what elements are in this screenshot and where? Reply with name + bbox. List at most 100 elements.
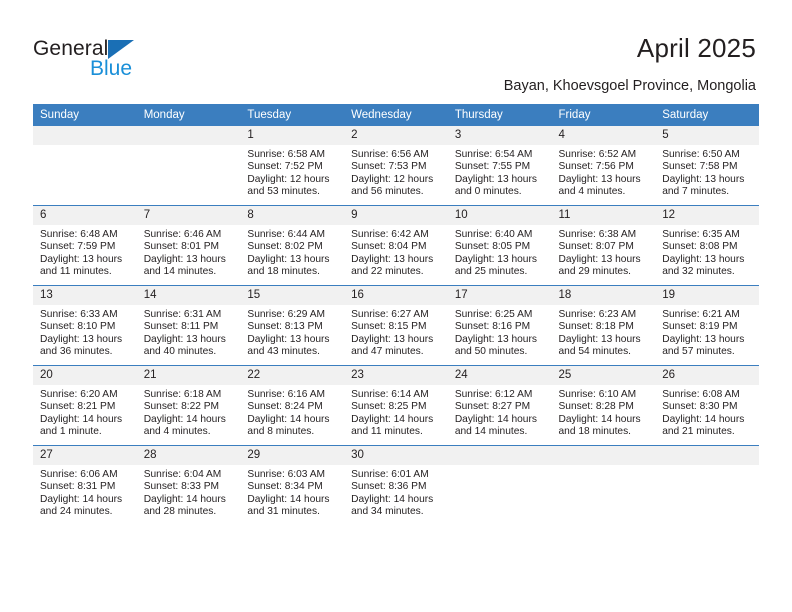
- weekday-header-row: Sunday Monday Tuesday Wednesday Thursday…: [33, 104, 759, 126]
- daylight-text-line1: Daylight: 13 hours: [662, 253, 745, 265]
- calendar-day-cell[interactable]: 15 Sunrise: 6:29 AM Sunset: 8:13 PM Dayligh…: [240, 285, 345, 366]
- day-number: [136, 126, 241, 145]
- daylight-text-line1: Daylight: 13 hours: [40, 253, 123, 265]
- calendar-day-cell[interactable]: 7 Sunrise: 6:46 AM Sunset: 8:01 PM Daylight…: [136, 205, 241, 286]
- day-details: Sunrise: 6:10 AM Sunset: 8:28 PM Daylight:…: [552, 385, 656, 439]
- daylight-text-line2: and 32 minutes.: [662, 266, 735, 278]
- weekday-header-sunday: Sunday: [33, 104, 137, 126]
- day-number: [447, 446, 552, 465]
- sunset-text: Sunset: 7:58 PM: [662, 161, 738, 173]
- calendar-day-cell[interactable]: 18 Sunrise: 6:23 AM Sunset: 8:18 PM Dayligh…: [551, 285, 656, 366]
- calendar-day-cell[interactable]: 11 Sunrise: 6:38 AM Sunset: 8:07 PM Dayligh…: [551, 205, 656, 286]
- weekday-header-saturday: Saturday: [655, 104, 759, 126]
- calendar-day-cell[interactable]: 9 Sunrise: 6:42 AM Sunset: 8:04 PM Daylight…: [344, 205, 448, 286]
- daylight-text-line1: Daylight: 14 hours: [40, 493, 123, 505]
- day-details: Sunrise: 6:42 AM Sunset: 8:04 PM Daylight:…: [344, 225, 448, 279]
- calendar-day-cell[interactable]: 1 Sunrise: 6:58 AM Sunset: 7:52 PM Daylight…: [240, 126, 345, 206]
- day-details: Sunrise: 6:16 AM Sunset: 8:24 PM Daylight:…: [240, 385, 344, 439]
- sunrise-text: Sunrise: 6:16 AM: [247, 389, 325, 400]
- calendar-day-cell[interactable]: 5 Sunrise: 6:50 AM Sunset: 7:58 PM Daylight…: [655, 126, 759, 206]
- day-details: Sunrise: 6:50 AM Sunset: 7:58 PM Daylight:…: [655, 145, 759, 199]
- calendar-day-cell[interactable]: 4 Sunrise: 6:52 AM Sunset: 7:56 PM Daylight…: [551, 126, 656, 206]
- day-number: 10: [447, 206, 552, 225]
- daylight-text-line2: and 8 minutes.: [247, 426, 315, 438]
- daylight-text-line2: and 56 minutes.: [351, 186, 424, 198]
- sunset-text: Sunset: 8:02 PM: [247, 241, 323, 253]
- calendar-day-cell[interactable]: 25 Sunrise: 6:10 AM Sunset: 8:28 PM Dayligh…: [551, 365, 656, 446]
- daylight-text-line1: Daylight: 13 hours: [454, 253, 537, 265]
- calendar-day-cell[interactable]: 17 Sunrise: 6:25 AM Sunset: 8:16 PM Dayligh…: [447, 285, 552, 366]
- day-number: 25: [551, 366, 656, 385]
- daylight-text-line1: Daylight: 14 hours: [143, 413, 226, 425]
- daylight-text-line2: and 11 minutes.: [40, 266, 112, 278]
- calendar-day-cell[interactable]: 14 Sunrise: 6:31 AM Sunset: 8:11 PM Dayligh…: [136, 285, 241, 366]
- day-number: 3: [447, 126, 552, 145]
- calendar-day-cell[interactable]: 27 Sunrise: 6:06 AM Sunset: 8:31 PM Dayligh…: [33, 445, 137, 525]
- day-number: 18: [551, 286, 656, 305]
- calendar-week-row: 20 Sunrise: 6:20 AM Sunset: 8:21 PM Dayligh…: [33, 365, 759, 446]
- daylight-text-line2: and 4 minutes.: [558, 186, 626, 198]
- calendar-week-row: 27 Sunrise: 6:06 AM Sunset: 8:31 PM Dayligh…: [33, 445, 759, 525]
- sunrise-text: Sunrise: 6:35 AM: [662, 229, 740, 240]
- sunrise-text: Sunrise: 6:18 AM: [143, 389, 222, 400]
- sunrise-text: Sunrise: 6:01 AM: [351, 469, 429, 480]
- calendar-day-cell[interactable]: 22 Sunrise: 6:16 AM Sunset: 8:24 PM Dayligh…: [240, 365, 345, 446]
- calendar-day-cell[interactable]: 8 Sunrise: 6:44 AM Sunset: 8:02 PM Daylight…: [240, 205, 345, 286]
- daylight-text-line1: Daylight: 13 hours: [351, 253, 434, 265]
- sunrise-text: Sunrise: 6:46 AM: [143, 229, 222, 240]
- calendar-day-cell[interactable]: 23 Sunrise: 6:14 AM Sunset: 8:25 PM Dayligh…: [344, 365, 448, 446]
- daylight-text-line1: Daylight: 14 hours: [662, 413, 745, 425]
- sunset-text: Sunset: 7:56 PM: [558, 161, 634, 173]
- day-number: 9: [344, 206, 448, 225]
- calendar-day-cell[interactable]: 21 Sunrise: 6:18 AM Sunset: 8:22 PM Dayligh…: [136, 365, 241, 446]
- daylight-text-line1: Daylight: 13 hours: [351, 333, 434, 345]
- day-details: Sunrise: 6:01 AM Sunset: 8:36 PM Daylight:…: [344, 465, 448, 519]
- weekday-header-monday: Monday: [136, 104, 241, 126]
- day-number: 16: [344, 286, 448, 305]
- daylight-text-line2: and 4 minutes.: [143, 426, 211, 438]
- sunset-text: Sunset: 8:22 PM: [143, 401, 220, 413]
- day-number: 8: [240, 206, 345, 225]
- calendar-day-cell[interactable]: 10 Sunrise: 6:40 AM Sunset: 8:05 PM Dayligh…: [447, 205, 552, 286]
- daylight-text-line2: and 18 minutes.: [247, 266, 320, 278]
- sunset-text: Sunset: 7:55 PM: [454, 161, 531, 173]
- daylight-text-line2: and 40 minutes.: [143, 346, 217, 358]
- day-details: Sunrise: 6:18 AM Sunset: 8:22 PM Daylight:…: [137, 385, 241, 439]
- daylight-text-line2: and 22 minutes.: [351, 266, 424, 278]
- day-number: 4: [551, 126, 656, 145]
- day-details: Sunrise: 6:29 AM Sunset: 8:13 PM Daylight:…: [240, 305, 344, 359]
- day-number: 5: [655, 126, 759, 145]
- daylight-text-line1: Daylight: 13 hours: [247, 333, 330, 345]
- calendar-day-cell[interactable]: 26 Sunrise: 6:08 AM Sunset: 8:30 PM Dayligh…: [655, 365, 759, 446]
- calendar-day-cell[interactable]: 28 Sunrise: 6:04 AM Sunset: 8:33 PM Dayligh…: [136, 445, 241, 525]
- calendar-day-cell[interactable]: 20 Sunrise: 6:20 AM Sunset: 8:21 PM Dayligh…: [33, 365, 137, 446]
- day-number: 7: [136, 206, 241, 225]
- daylight-text-line1: Daylight: 14 hours: [454, 413, 537, 425]
- daylight-text-line1: Daylight: 13 hours: [454, 333, 537, 345]
- calendar-day-cell[interactable]: 12 Sunrise: 6:35 AM Sunset: 8:08 PM Dayligh…: [655, 205, 759, 286]
- day-number: 2: [344, 126, 448, 145]
- calendar-day-cell[interactable]: 13 Sunrise: 6:33 AM Sunset: 8:10 PM Dayligh…: [33, 285, 137, 366]
- generalblue-logo[interactable]: General Blue: [33, 38, 213, 84]
- sunrise-text: Sunrise: 6:14 AM: [351, 389, 429, 400]
- day-number: [655, 446, 759, 465]
- calendar-day-cell[interactable]: 30 Sunrise: 6:01 AM Sunset: 8:36 PM Dayligh…: [344, 445, 448, 525]
- calendar-day-cell[interactable]: 16 Sunrise: 6:27 AM Sunset: 8:15 PM Dayligh…: [344, 285, 448, 366]
- calendar-day-cell[interactable]: 19 Sunrise: 6:21 AM Sunset: 8:19 PM Dayligh…: [655, 285, 759, 366]
- daylight-text-line1: Daylight: 14 hours: [351, 493, 434, 505]
- sunrise-text: Sunrise: 6:21 AM: [662, 309, 740, 320]
- sunrise-text: Sunrise: 6:50 AM: [662, 149, 740, 160]
- calendar-day-cell[interactable]: 24 Sunrise: 6:12 AM Sunset: 8:27 PM Dayligh…: [447, 365, 552, 446]
- calendar-day-cell[interactable]: 29 Sunrise: 6:03 AM Sunset: 8:34 PM Dayligh…: [240, 445, 345, 525]
- calendar-day-cell-empty: [136, 126, 241, 206]
- calendar-day-cell[interactable]: 3 Sunrise: 6:54 AM Sunset: 7:55 PM Daylight…: [447, 126, 552, 206]
- calendar-day-cell[interactable]: 2 Sunrise: 6:56 AM Sunset: 7:53 PM Daylight…: [344, 126, 448, 206]
- sunset-text: Sunset: 7:52 PM: [247, 161, 323, 173]
- calendar-head: Sunday Monday Tuesday Wednesday Thursday…: [33, 104, 759, 126]
- calendar-week-row: 13 Sunrise: 6:33 AM Sunset: 8:10 PM Dayligh…: [33, 285, 759, 366]
- sunrise-text: Sunrise: 6:20 AM: [40, 389, 118, 400]
- calendar-day-cell[interactable]: 6 Sunrise: 6:48 AM Sunset: 7:59 PM Daylight…: [33, 205, 137, 286]
- day-details: Sunrise: 6:06 AM Sunset: 8:31 PM Daylight:…: [33, 465, 137, 519]
- daylight-text-line1: Daylight: 14 hours: [247, 413, 330, 425]
- day-number: 6: [33, 206, 137, 225]
